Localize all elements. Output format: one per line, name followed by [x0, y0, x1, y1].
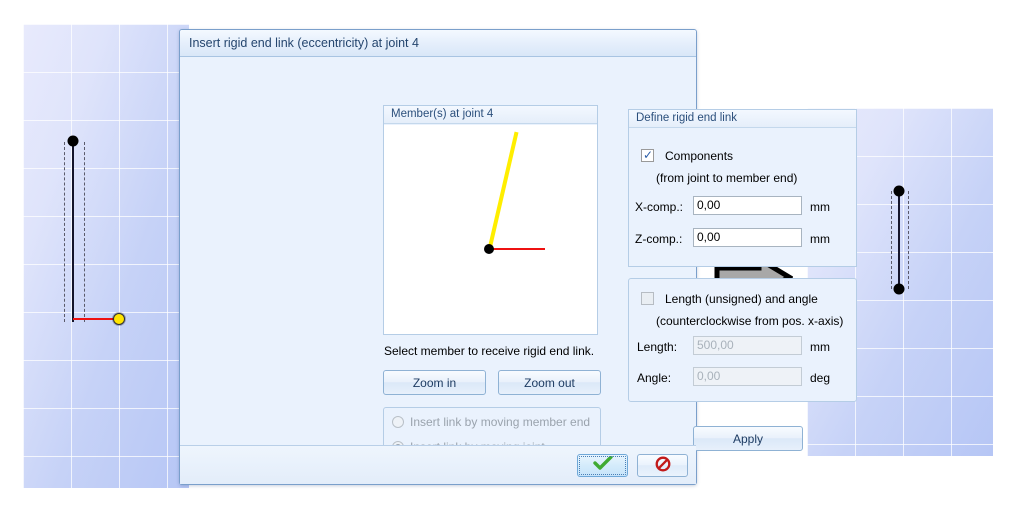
apply-button[interactable]: Apply	[693, 426, 803, 451]
dialog-titlebar: Insert rigid end link (eccentricity) at …	[180, 30, 696, 57]
angle-label: Angle:	[637, 371, 672, 385]
define-group-header: Define rigid end link	[629, 110, 856, 128]
z-comp-input[interactable]: 0,00	[693, 228, 802, 247]
model-canvas-before[interactable]	[23, 24, 189, 488]
dialog-footer	[180, 445, 696, 484]
length-angle-sublabel: (counterclockwise from pos. x-axis)	[656, 314, 844, 328]
select-member-hint: Select member to receive rigid end link.	[384, 344, 595, 358]
check-icon: ✓	[643, 148, 654, 162]
angle-input[interactable]: 0,00	[693, 367, 802, 386]
joint-dot-top[interactable]	[67, 135, 79, 147]
cancel-button[interactable]	[637, 453, 688, 477]
length-input[interactable]: 500,00	[693, 336, 802, 355]
length-angle-label: Length (unsigned) and angle	[665, 292, 818, 306]
ok-button[interactable]	[577, 453, 628, 477]
joint-dot-icon	[484, 244, 494, 254]
z-comp-label: Z-comp.:	[635, 232, 683, 246]
x-comp-label: X-comp.:	[635, 200, 684, 214]
member-line[interactable]	[898, 191, 900, 289]
member-outline-dashed	[64, 142, 85, 322]
canvas-grid	[23, 24, 189, 488]
member-outline-dashed	[891, 191, 909, 289]
insert-rigid-end-link-dialog: Insert rigid end link (eccentricity) at …	[179, 29, 857, 485]
length-unit: mm	[810, 340, 830, 354]
member-preview-canvas[interactable]	[383, 125, 598, 335]
green-check-icon	[592, 455, 613, 474]
red-eccentricity-icon	[489, 248, 545, 250]
radio-label-insert-by-member-end: Insert link by moving member end	[410, 415, 591, 429]
red-forbidden-icon	[655, 456, 671, 475]
length-angle-checkbox[interactable]	[641, 292, 654, 305]
member-line[interactable]	[72, 141, 74, 322]
joint-dot-top[interactable]	[893, 185, 905, 197]
angle-unit: deg	[810, 371, 831, 385]
radio-insert-by-member-end[interactable]	[392, 416, 404, 428]
components-label: Components	[665, 149, 734, 163]
zoom-in-button[interactable]: Zoom in	[383, 370, 486, 395]
x-comp-input[interactable]: 0,00	[693, 196, 802, 215]
selected-joint-node[interactable]	[113, 313, 125, 325]
components-sublabel: (from joint to member end)	[656, 171, 798, 185]
z-comp-unit: mm	[810, 232, 830, 246]
members-group-header: Member(s) at joint 4	[384, 106, 597, 124]
length-label: Length:	[637, 340, 678, 354]
x-comp-unit: mm	[810, 200, 830, 214]
zoom-out-button[interactable]: Zoom out	[498, 370, 601, 395]
yellow-member-icon[interactable]	[488, 131, 519, 248]
components-checkbox[interactable]: ✓	[641, 149, 654, 162]
dialog-title: Insert rigid end link (eccentricity) at …	[189, 36, 419, 50]
joint-dot-bottom[interactable]	[893, 283, 905, 295]
